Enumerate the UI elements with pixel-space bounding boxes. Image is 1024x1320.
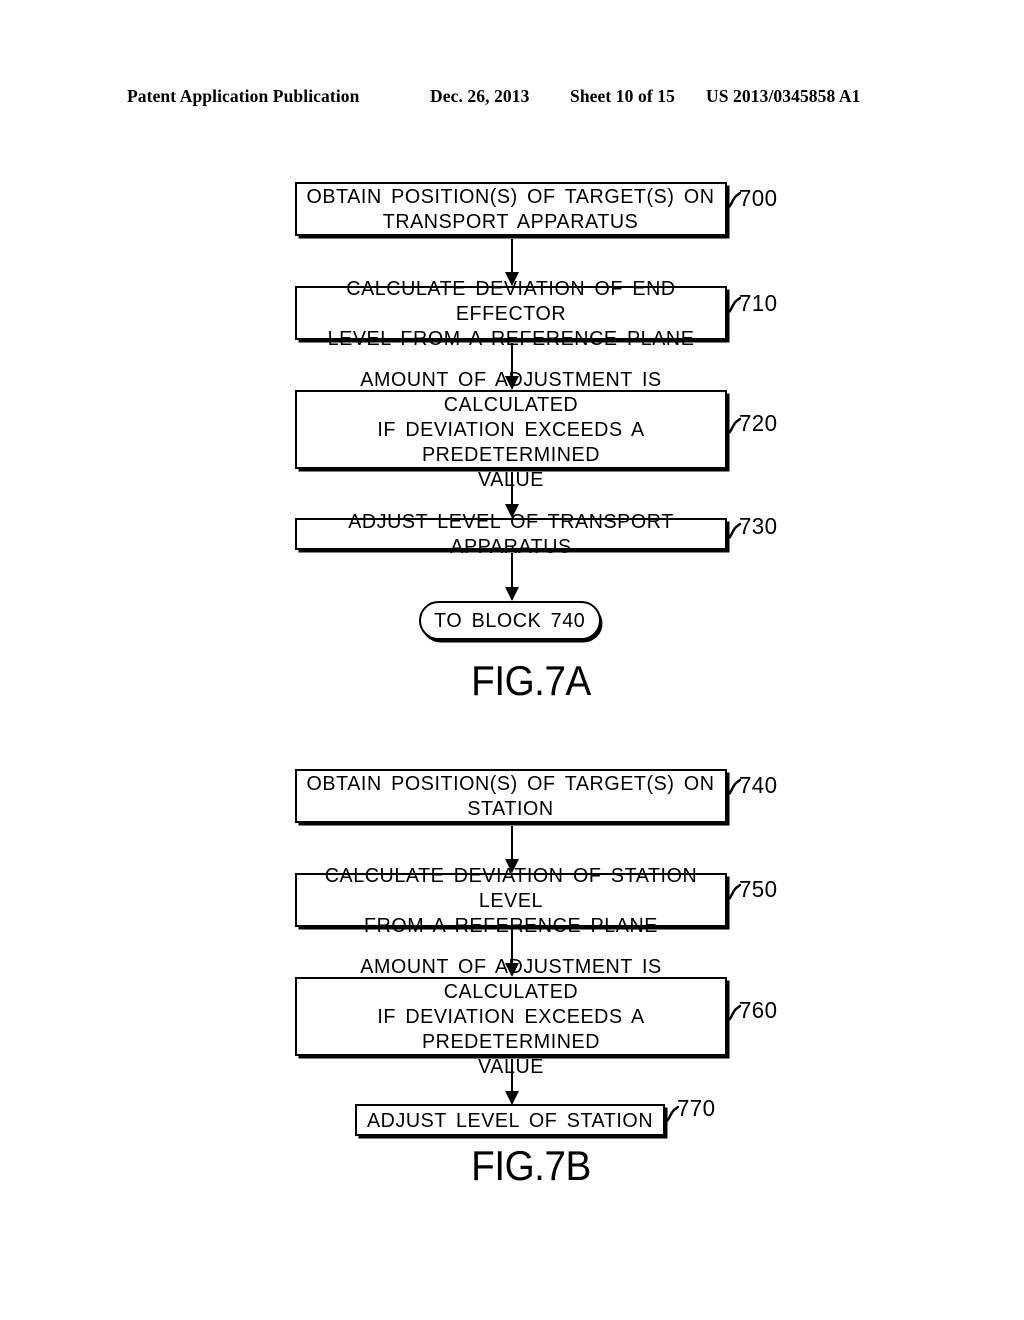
figure-caption-7b: FIG.7B	[471, 1142, 591, 1189]
reference-numeral-760: 760	[739, 997, 778, 1023]
flow-node-740: OBTAIN POSITION(S) OF TARGET(S) ON STATI…	[295, 769, 727, 823]
flow-node-750-label: CALCULATE DEVIATION OF STATION LEVEL FRO…	[324, 863, 698, 937]
reference-numeral-740: 740	[739, 772, 778, 798]
connector-760-to-770	[500, 1059, 524, 1105]
flow-node-740-label: OBTAIN POSITION(S) OF TARGET(S) ON STATI…	[306, 772, 716, 820]
flow-node-750: CALCULATE DEVIATION OF STATION LEVEL FRO…	[295, 864, 727, 937]
flow-node-770: ADJUST LEVEL OF STATION	[355, 1104, 665, 1136]
flow-node-770-label: ADJUST LEVEL OF STATION	[366, 1108, 654, 1132]
reference-numeral-770: 770	[677, 1095, 716, 1121]
reference-numeral-750: 750	[739, 876, 778, 902]
figure-7b-flowchart: OBTAIN POSITION(S) OF TARGET(S) ON STATI…	[0, 0, 1024, 1320]
flow-node-760: AMOUNT OF ADJUSTMENT IS CALCULATED IF DE…	[295, 955, 727, 1078]
